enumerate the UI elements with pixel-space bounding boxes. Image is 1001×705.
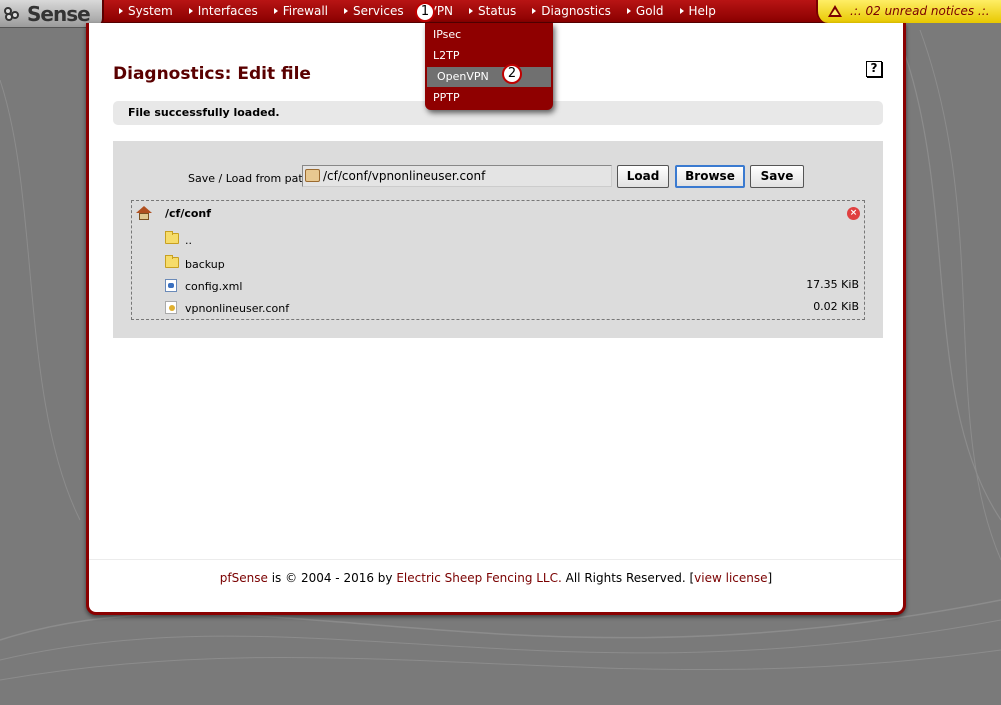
menu-status[interactable]: Status [462, 0, 525, 23]
edit-file-box: Save / Load from path: /cf/conf/vpnonlin… [113, 141, 883, 338]
folder-icon [165, 255, 179, 268]
menu-diagnostics[interactable]: Diagnostics [525, 0, 620, 23]
menu-arrow-icon [679, 8, 684, 14]
file-row-parent[interactable]: .. [165, 231, 861, 250]
menu-services[interactable]: Services [337, 0, 413, 23]
menu-item-l2tp[interactable]: L2TP [427, 46, 551, 66]
page-title: Diagnostics: Edit file [113, 64, 311, 84]
footer-rights: All Rights Reserved. [ [565, 571, 695, 585]
menu-label: System [128, 4, 173, 18]
menu-item-ipsec[interactable]: IPsec [427, 25, 551, 45]
path-label: Save / Load from path: [188, 172, 314, 185]
main-panel: Diagnostics: Edit file ? File successful… [86, 23, 906, 615]
menu-interfaces[interactable]: Interfaces [182, 0, 267, 23]
file-name: vpnonlineuser.conf [185, 302, 290, 315]
footer-close-bracket: ] [767, 571, 773, 585]
step-callout-1: 1 [415, 2, 435, 22]
menu-label: Services [353, 4, 404, 18]
menu-arrow-icon [532, 8, 537, 14]
browse-button[interactable]: Browse [675, 165, 745, 188]
close-icon[interactable]: × [847, 207, 860, 220]
current-path: /cf/conf [165, 207, 212, 220]
file-name: backup [185, 258, 225, 271]
menu-item-pptp[interactable]: PPTP [427, 88, 551, 108]
file-size: 0.02 KiB [813, 300, 859, 313]
menu-arrow-icon [469, 8, 474, 14]
home-icon[interactable] [136, 206, 152, 220]
step-callout-2: 2 [502, 64, 522, 84]
file-name: config.xml [185, 280, 243, 293]
menu-arrow-icon [626, 8, 631, 14]
file-row-vpnonlineuser[interactable]: vpnonlineuser.conf 0.02 KiB [165, 300, 861, 318]
unread-notices-badge[interactable]: .:. 02 unread notices .:. [816, 0, 1001, 23]
logo-mark-icon [4, 6, 26, 21]
file-row-backup[interactable]: backup [165, 255, 861, 274]
save-button[interactable]: Save [750, 165, 804, 188]
help-icon[interactable]: ? [866, 61, 882, 77]
menu-arrow-icon [188, 8, 193, 14]
view-license-link[interactable]: view license [694, 571, 767, 585]
menu-arrow-icon [119, 8, 123, 14]
xml-file-icon [165, 279, 177, 292]
menu-arrow-icon [273, 8, 278, 14]
file-row-config-xml[interactable]: config.xml 17.35 KiB [165, 278, 861, 296]
menu-label: Help [688, 4, 716, 18]
file-size: 17.35 KiB [806, 278, 859, 291]
menu-label: Firewall [282, 4, 328, 18]
footer-product[interactable]: pfSense [220, 571, 268, 585]
menu-firewall[interactable]: Firewall [267, 0, 337, 23]
footer-is: is [271, 571, 282, 585]
vpn-dropdown-menu: IPsec L2TP OpenVPN PPTP [425, 23, 553, 110]
load-button[interactable]: Load [617, 165, 669, 188]
menu-label: Diagnostics [541, 4, 611, 18]
menu-system[interactable]: System [112, 0, 182, 23]
menu-gold[interactable]: Gold [620, 0, 673, 23]
path-value: /cf/conf/vpnonlineuser.conf [323, 169, 486, 183]
footer-copyright: © 2004 - 2016 by [285, 571, 393, 585]
file-name: .. [185, 234, 192, 247]
file-icon [305, 169, 320, 182]
menu-item-openvpn[interactable]: OpenVPN [427, 67, 551, 87]
footer: pfSense is © 2004 - 2016 by Electric She… [89, 571, 903, 585]
menu-help[interactable]: Help [673, 0, 725, 23]
conf-file-icon [165, 301, 177, 314]
logo-text: Sense [27, 1, 91, 26]
footer-company[interactable]: Electric Sheep Fencing LLC. [396, 571, 561, 585]
footer-divider [89, 559, 903, 560]
warning-icon [828, 5, 842, 17]
menu-label: Gold [635, 4, 664, 18]
menu-label: Status [478, 4, 517, 18]
path-input[interactable]: /cf/conf/vpnonlineuser.conf [302, 165, 612, 187]
menu-label: Interfaces [197, 4, 258, 18]
file-browser: /cf/conf × .. backup config.xml 17.35 Ki… [131, 200, 865, 320]
menu-arrow-icon [344, 8, 348, 14]
folder-icon [165, 231, 179, 244]
top-nav-bar: Sense System Interfaces Firewall Service… [0, 0, 1001, 28]
notice-text: .:. 02 unread notices .:. [850, 4, 990, 18]
